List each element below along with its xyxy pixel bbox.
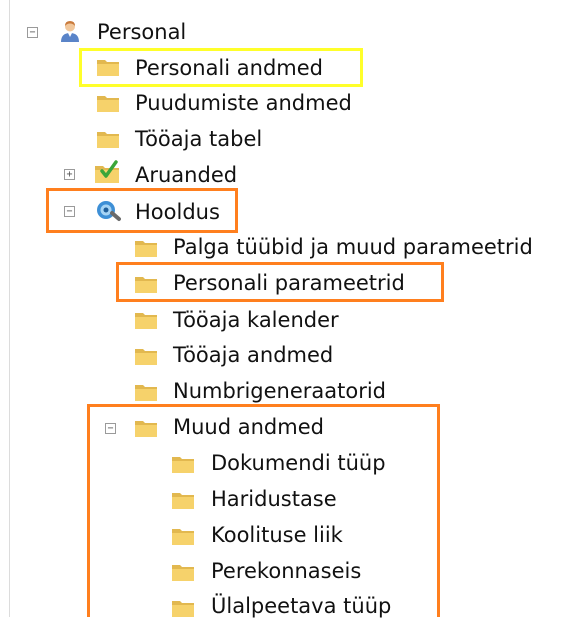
- tree-label-personali-andmed: Personali andmed: [135, 56, 323, 80]
- reports-icon: [95, 160, 119, 183]
- tree-label-tooaja-kalender: Tööaja kalender: [173, 308, 339, 332]
- tree-label-dokumendi-tuup: Dokumendi tüüp: [211, 451, 386, 475]
- folder-icon: [172, 493, 194, 509]
- tree-label-koolituse-liik: Koolituse liik: [211, 523, 343, 547]
- user-icon: [61, 21, 79, 42]
- folder-icon: [135, 349, 157, 365]
- folder-icon: [97, 96, 119, 112]
- tree-label-palga-tuubid: Palga tüübid ja muud parameetrid: [173, 235, 533, 259]
- tree-label-puudumiste-andmed: Puudumiste andmed: [135, 91, 352, 115]
- folder-icon: [97, 60, 119, 76]
- tree-label-personali-parameetrid: Personali parameetrid: [173, 271, 405, 295]
- collapse-toggle-icon[interactable]: −: [105, 423, 116, 434]
- tree-label-numbrigeneraatorid: Numbrigeneraatorid: [173, 379, 387, 403]
- folder-icon: [97, 132, 119, 148]
- tree-label-muud-andmed: Muud andmed: [173, 415, 324, 439]
- tree-label-aruanded: Aruanded: [135, 163, 238, 187]
- maintenance-icon: [97, 201, 121, 221]
- folder-icon: [172, 565, 194, 581]
- tree-label-tooaja-andmed: Tööaja andmed: [173, 343, 334, 367]
- expand-toggle-icon[interactable]: +: [64, 169, 75, 180]
- folder-icon: [135, 385, 157, 401]
- tree-label-haridustase: Haridustase: [211, 487, 337, 511]
- tree-guide-line: [9, 0, 10, 617]
- tree-label-hooldus: Hooldus: [135, 200, 220, 224]
- collapse-toggle-icon[interactable]: −: [64, 206, 75, 217]
- folder-icon: [172, 601, 194, 617]
- tree-label-perekonnaseis: Perekonnaseis: [211, 559, 362, 583]
- tree-label-tooaja-tabel: Tööaja tabel: [135, 127, 263, 151]
- folder-icon: [135, 277, 157, 293]
- tree-label-personal: Personal: [97, 20, 187, 44]
- collapse-toggle-icon[interactable]: −: [27, 27, 38, 38]
- folder-icon: [135, 241, 157, 257]
- folder-icon: [135, 421, 157, 437]
- folder-icon: [172, 529, 194, 545]
- folder-icon: [172, 457, 194, 473]
- folder-icon: [135, 313, 157, 329]
